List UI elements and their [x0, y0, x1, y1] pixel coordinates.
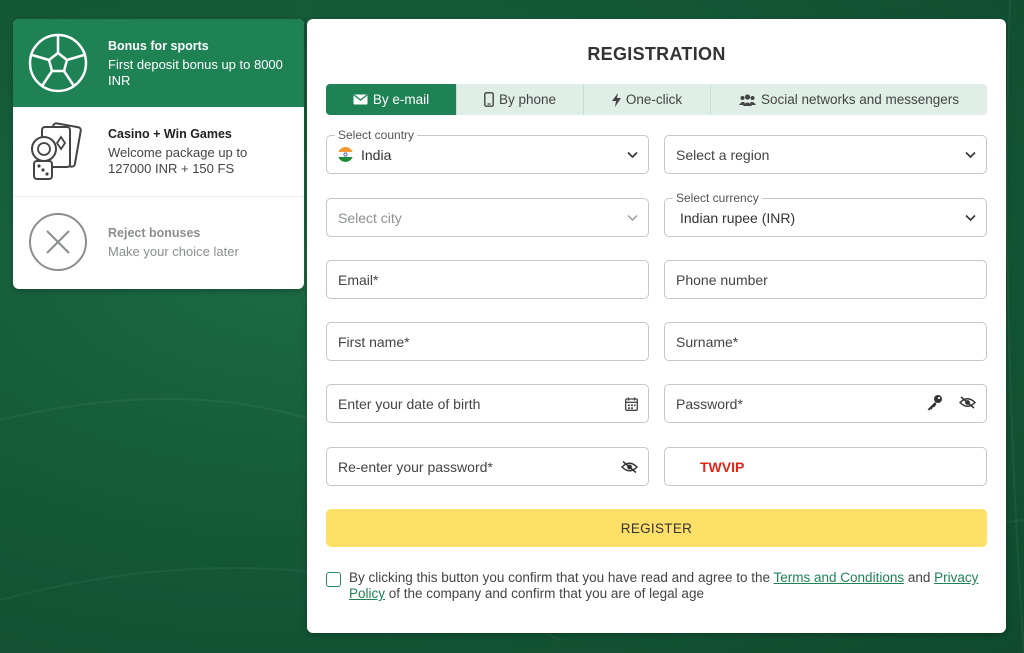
first-name-field[interactable]: First name* [326, 322, 649, 361]
country-value: India [361, 146, 392, 163]
agreement-suffix: of the company and confirm that you are … [385, 586, 704, 601]
password-placeholder: Password* [676, 395, 743, 412]
tab-label: One-click [625, 92, 683, 107]
email-placeholder: Email* [338, 271, 379, 288]
tab-one-click[interactable]: One-click [584, 84, 711, 115]
region-select[interactable]: Select a region [664, 135, 987, 174]
lightning-icon [611, 92, 621, 107]
bonus-option-casino[interactable]: Casino + Win Games Welcome package up to… [13, 107, 304, 197]
eye-slash-icon[interactable] [959, 395, 976, 412]
bonus-subtitle: Welcome package up to 127000 INR + 150 F… [108, 145, 248, 176]
tab-social-networks[interactable]: Social networks and messengers [711, 84, 987, 115]
chevron-down-icon [965, 214, 976, 221]
agreement-prefix: By clicking this button you confirm that… [349, 570, 774, 585]
promo-code-value: TWVIP [700, 458, 745, 475]
tab-by-phone[interactable]: By phone [457, 84, 584, 115]
tab-label: By phone [498, 92, 557, 107]
terms-link[interactable]: Terms and Conditions [774, 570, 905, 585]
repassword-placeholder: Re-enter your password* [338, 458, 493, 475]
page-title: REGISTRATION [587, 44, 726, 64]
bonus-subtitle: Make your choice later [108, 243, 239, 259]
surname-placeholder: Surname* [676, 333, 739, 350]
register-button[interactable]: REGISTER [326, 509, 987, 547]
terms-agreement: By clicking this button you confirm that… [326, 570, 987, 602]
bonus-title: Bonus for sports [108, 38, 209, 53]
envelope-icon [353, 94, 368, 105]
casino-cards-icon [27, 121, 89, 183]
phone-icon [484, 92, 494, 107]
region-placeholder: Select a region [676, 146, 770, 163]
surname-field[interactable]: Surname* [664, 322, 987, 361]
country-label: Select country [335, 128, 418, 142]
tab-label: By e-mail [372, 92, 430, 107]
currency-value: Indian rupee (INR) [680, 209, 796, 226]
key-icon[interactable] [926, 394, 943, 414]
registration-form: REGISTRATION By e-mail By phone One-clic… [307, 19, 1006, 633]
agreement-text: By clicking this button you confirm that… [349, 570, 987, 602]
eye-slash-icon[interactable] [621, 460, 638, 473]
calendar-icon[interactable] [625, 397, 638, 411]
bonus-option-reject[interactable]: Reject bonuses Make your choice later [13, 197, 304, 287]
city-select[interactable]: Select city [326, 198, 649, 237]
users-icon [738, 93, 756, 106]
password-field[interactable]: Password* [664, 384, 987, 423]
registration-tabs: By e-mail By phone One-click Social netw… [326, 84, 987, 115]
email-field[interactable]: Email* [326, 260, 649, 299]
bonus-subtitle: First deposit bonus up to 8000 INR [108, 56, 283, 88]
country-select[interactable]: Select country India [326, 128, 649, 174]
agreement-and: and [904, 570, 935, 585]
chevron-down-icon [627, 151, 638, 158]
chevron-down-icon [965, 151, 976, 158]
close-circle-icon [27, 211, 89, 273]
phone-placeholder: Phone number [676, 271, 768, 288]
india-flag-icon [338, 147, 353, 162]
promo-code-field[interactable]: TWVIP [664, 447, 987, 486]
agree-checkbox[interactable] [326, 572, 341, 587]
bonus-title: Reject bonuses [108, 225, 201, 240]
chevron-down-icon [627, 214, 638, 221]
phone-field[interactable]: Phone number [664, 260, 987, 299]
tab-label: Social networks and messengers [760, 92, 960, 107]
bonus-title: Casino + Win Games [108, 127, 232, 141]
bonus-option-sports[interactable]: Bonus for sports First deposit bonus up … [13, 19, 304, 107]
date-of-birth-field[interactable]: Enter your date of birth [326, 384, 649, 423]
currency-label: Select currency [673, 191, 762, 205]
first-name-placeholder: First name* [338, 333, 410, 350]
city-placeholder: Select city [338, 209, 402, 226]
currency-select[interactable]: Select currency Indian rupee (INR) [664, 191, 987, 237]
bonus-panel: Bonus for sports First deposit bonus up … [13, 19, 304, 289]
confirm-password-field[interactable]: Re-enter your password* [326, 447, 649, 486]
dob-placeholder: Enter your date of birth [338, 395, 481, 412]
tab-by-email[interactable]: By e-mail [326, 84, 457, 115]
soccer-ball-icon [27, 32, 89, 94]
